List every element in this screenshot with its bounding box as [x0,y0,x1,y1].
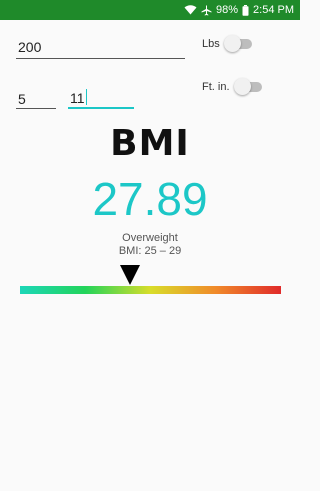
scale-indicator-icon [119,265,140,285]
weight-toggle-thumb [223,35,241,52]
bmi-heading: BMI [110,123,190,164]
bmi-category-block: Overweight BMI: 25 – 29 [0,232,300,258]
height-unit-label: Ft. in. [202,81,230,93]
feet-input[interactable] [16,89,56,109]
inches-input[interactable] [68,89,134,109]
weight-unit-row: Lbs [202,35,252,52]
status-bar: 98% 2:54 PM [0,0,300,20]
bmi-value: 27.89 [92,173,208,225]
weight-unit-label: Lbs [202,38,220,50]
bmi-scale-bar [20,286,281,294]
weight-unit-toggle[interactable] [223,35,252,52]
wifi-icon [184,5,197,15]
height-unit-toggle[interactable] [233,78,262,95]
airplane-icon [201,5,212,16]
height-toggle-thumb [233,78,251,95]
battery-icon [242,4,249,16]
weight-input[interactable] [16,35,185,59]
bmi-range: BMI: 25 – 29 [118,245,182,257]
battery-percent: 98% [216,4,239,16]
clock-time: 2:54 PM [253,4,294,16]
bmi-category: Overweight [122,232,178,244]
text-cursor [86,89,87,105]
height-unit-row: Ft. in. [202,78,262,95]
